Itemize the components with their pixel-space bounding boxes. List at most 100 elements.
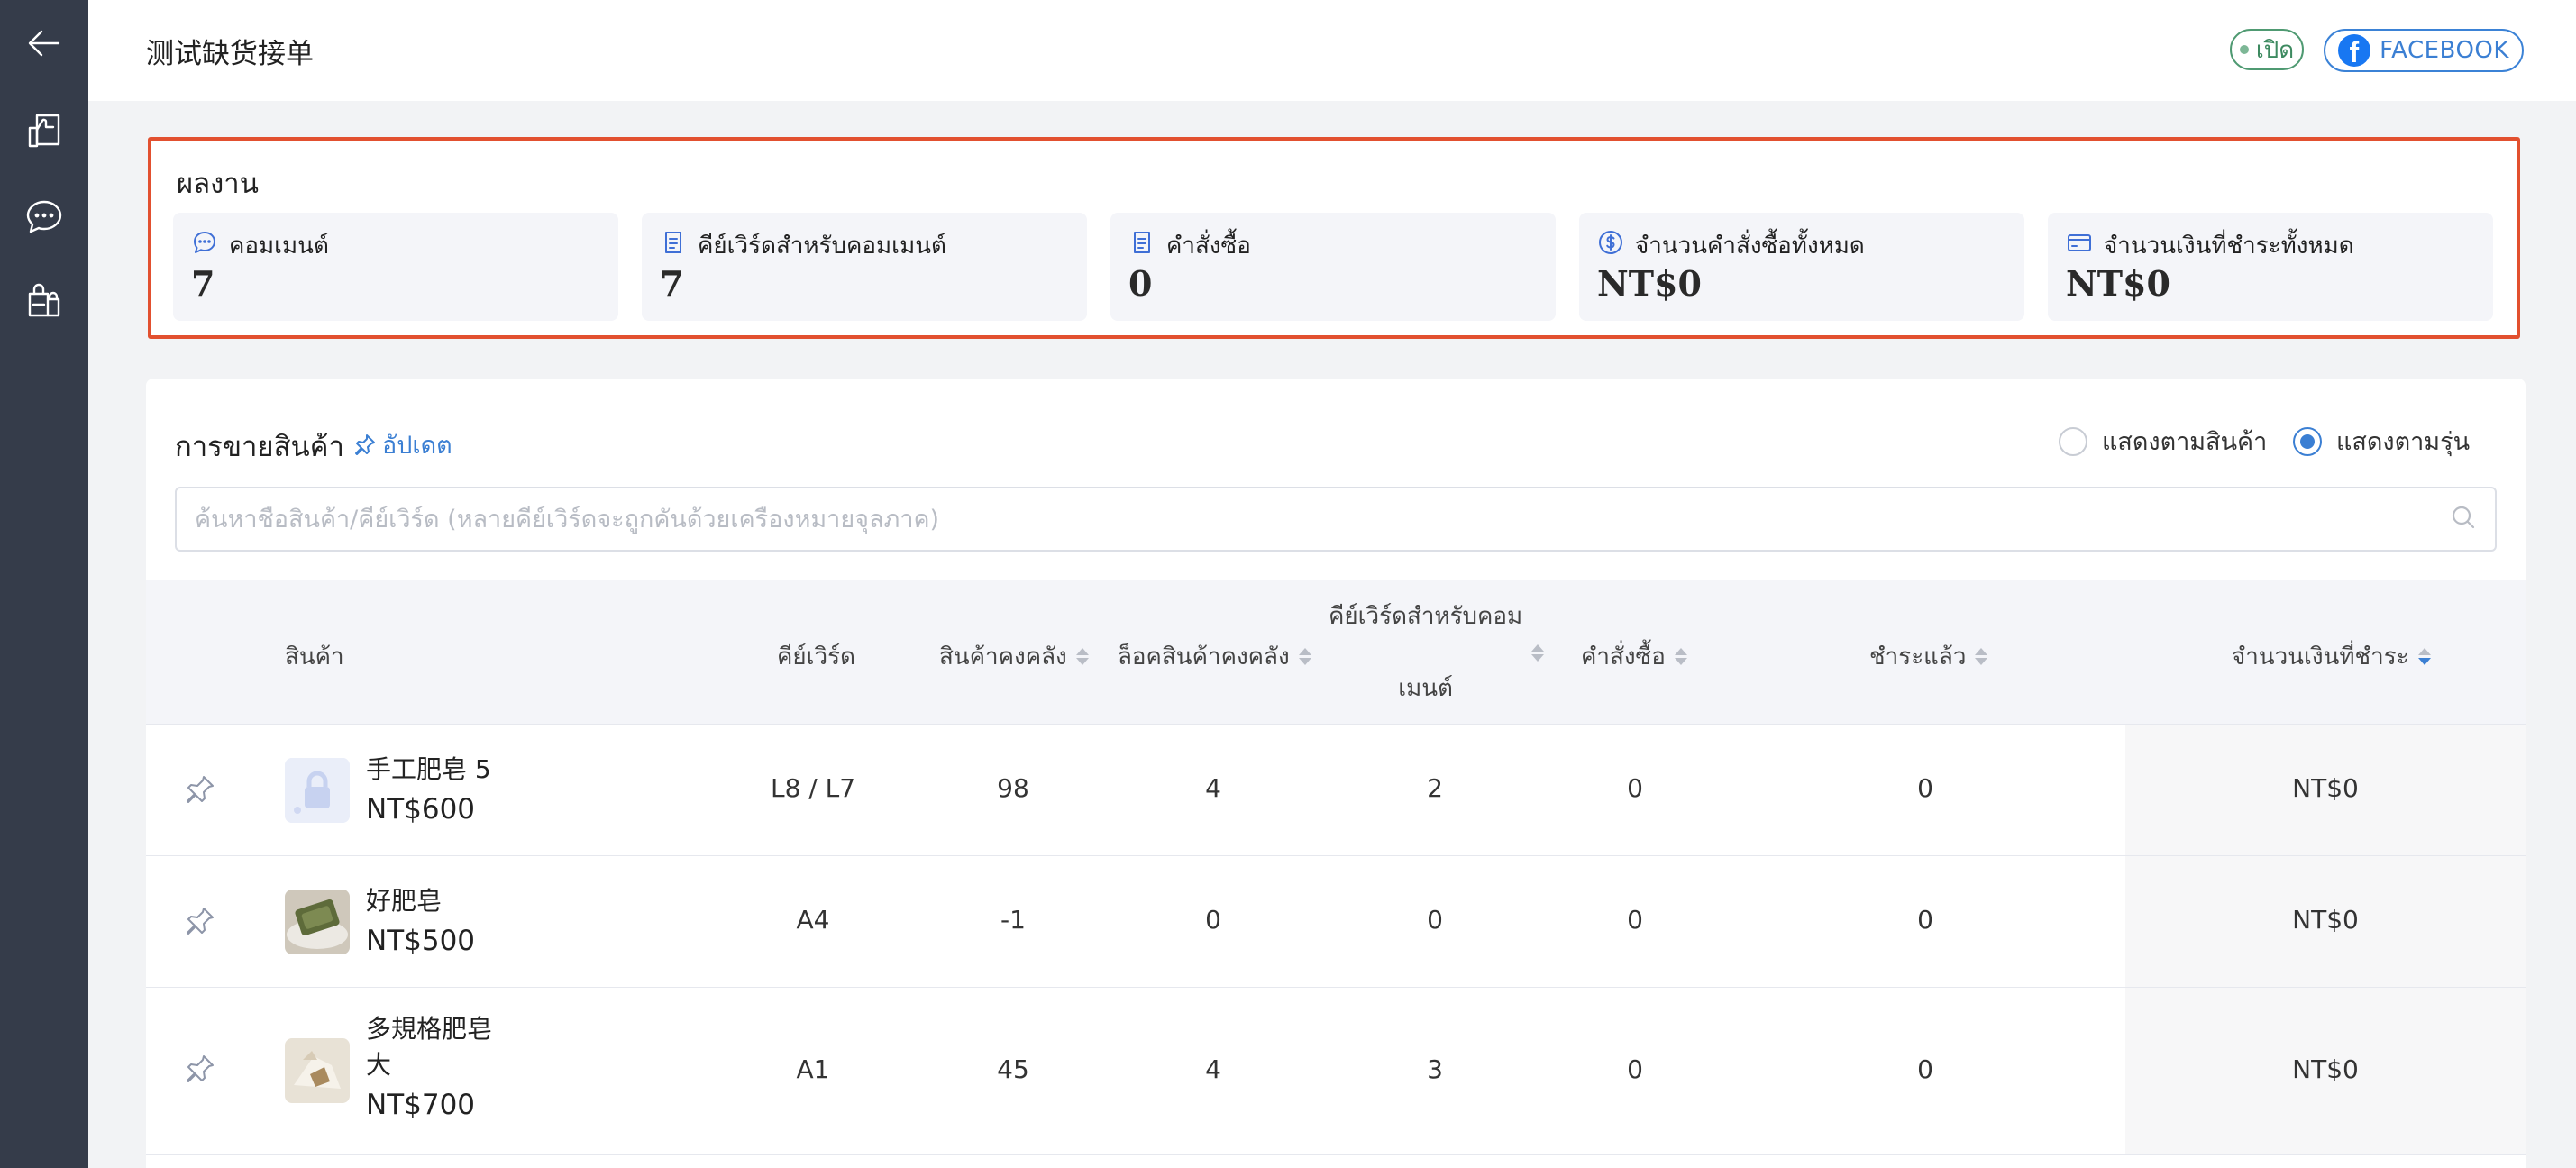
product-name-line: 多規格肥皂 [366, 1014, 493, 1044]
sort-icon[interactable] [1975, 648, 1988, 665]
paid-amount-cell: NT$0 [2292, 905, 2359, 935]
orders-cell: 0 [1627, 905, 1643, 935]
column-label: คีย์เวิร์ด [777, 643, 855, 671]
column-header-orders[interactable]: คำสั่งซื้อ [1581, 638, 1687, 675]
pin-icon[interactable] [182, 1051, 218, 1087]
column-label: สินค้า [285, 643, 344, 671]
stock-cell: -1 [1000, 905, 1026, 935]
stat-card-comment-keywords: คีย์เวิร์ดสำหรับคอมเมนต์ 7 [642, 213, 1087, 321]
pin-icon [355, 433, 375, 455]
paid-cell: 0 [1917, 1054, 1933, 1084]
paid-cell: 0 [1917, 773, 1933, 803]
sales-title: การขายสินค้า [175, 431, 344, 463]
stat-value: 7 [191, 263, 215, 304]
chat-bubble-icon[interactable] [17, 189, 71, 243]
column-label: เมนต์ [1398, 675, 1453, 702]
table-row: 多規格肥皂 大 NT$700 A1 45 4 3 0 0 NT$0 [146, 988, 2526, 1155]
search-icon[interactable] [2450, 504, 2477, 534]
thumbs-up-page-icon[interactable] [17, 103, 71, 157]
column-header-stock[interactable]: สินค้าคงคลัง [939, 638, 1089, 675]
sort-icon[interactable] [1531, 643, 1545, 662]
page-title: 测试缺货接单 [146, 38, 314, 70]
comment-icon [191, 229, 218, 256]
sort-icon[interactable] [2417, 648, 2431, 665]
column-label: ชำระแล้ว [1869, 643, 1967, 671]
performance-panel: ผลงาน คอมเมนต์ 7 คีย์เวิร์ดสำหรับคอมเมนต… [148, 137, 2520, 339]
locked-stock-cell: 0 [1205, 905, 1221, 935]
sort-icon[interactable] [1298, 648, 1311, 665]
stat-label: จำนวนเงินที่ชำระทั้งหมด [2104, 233, 2354, 260]
table-row: 好肥皂 NT$500 A4 -1 0 0 0 0 NT$0 [146, 856, 2526, 988]
column-label: คีย์เวิร์ดสำหรับคอม [1329, 603, 1523, 630]
product-thumbnail-lock [285, 758, 350, 823]
note-icon [1128, 229, 1156, 256]
status-badge: เปิด [2230, 29, 2304, 70]
view-by-variant-label: แสดงตามรุ่น [2336, 428, 2471, 456]
stat-label: คำสั่งซื้อ [1166, 233, 1251, 260]
stat-label: คีย์เวิร์ดสำหรับคอมเมนต์ [698, 233, 946, 260]
facebook-icon: f [2338, 34, 2371, 67]
pin-icon[interactable] [182, 903, 218, 939]
product-name-line: 大 [366, 1050, 392, 1080]
search-input[interactable] [195, 505, 2450, 534]
column-label: สินค้าคงคลัง [939, 643, 1067, 671]
stat-card-comments: คอมเมนต์ 7 [173, 213, 618, 321]
product-name: 手工肥皂 5 [366, 754, 491, 784]
sort-icon[interactable] [1674, 648, 1687, 665]
facebook-button[interactable]: f FACEBOOK [2324, 29, 2524, 72]
column-header-locked-stock[interactable]: ล็อคสินค้าคงคลัง [1118, 638, 1311, 675]
product-price: NT$500 [366, 925, 476, 957]
stat-value: NT$0 [2066, 263, 2170, 304]
lock-icon [285, 758, 350, 823]
column-label: คำสั่งซื้อ [1581, 643, 1666, 671]
orders-cell: 0 [1627, 1054, 1643, 1084]
comment-keyword-cell: 3 [1427, 1054, 1443, 1084]
stock-cell: 98 [997, 773, 1029, 803]
column-header-product: สินค้า [285, 638, 344, 675]
stat-value: 7 [660, 263, 684, 304]
stat-card-total-order-amount: จำนวนคำสั่งซื้อทั้งหมด NT$0 [1579, 213, 2024, 321]
view-by-product-option[interactable]: แสดงตามสินค้า [2059, 422, 2267, 461]
view-by-product-radio[interactable] [2059, 426, 2087, 456]
view-by-variant-option[interactable]: แสดงตามรุ่น [2293, 422, 2470, 461]
column-header-keyword: คีย์เวิร์ด [777, 638, 855, 675]
comment-keyword-cell: 0 [1427, 905, 1443, 935]
shopping-bags-icon[interactable] [17, 272, 71, 326]
column-header-paid[interactable]: ชำระแล้ว [1869, 638, 1988, 675]
stat-card-orders: คำสั่งซื้อ 0 [1110, 213, 1556, 321]
update-label: อัปเดต [382, 432, 452, 460]
credit-card-icon [2066, 229, 2093, 256]
column-header-paid-amount[interactable]: จำนวนเงินที่ชำระ [2232, 638, 2431, 675]
product-name: 多規格肥皂 大 [366, 1011, 492, 1083]
column-header-comment-keyword[interactable]: คีย์เวิร์ดสำหรับคอม เมนต์ [1329, 598, 1545, 707]
table-row: 手工肥皂 5 NT$600 L8 / L7 98 4 2 0 0 NT$0 [146, 725, 2526, 856]
stat-label: จำนวนคำสั่งซื้อทั้งหมด [1635, 233, 1865, 260]
product-thumbnail-wrapped-soap [285, 1038, 350, 1103]
product-price: NT$700 [366, 1089, 476, 1121]
column-label: จำนวนเงินที่ชำระ [2232, 643, 2409, 671]
product-price: NT$600 [366, 793, 476, 826]
performance-title: ผลงาน [177, 168, 259, 200]
status-label: เปิด [2255, 36, 2295, 64]
locked-stock-cell: 4 [1205, 1054, 1221, 1084]
stat-value: NT$0 [1597, 263, 1702, 304]
product-sales-card: การขายสินค้า อัปเดต แสดงตามสินค้า แสดงตา… [146, 379, 2526, 1168]
product-name: 好肥皂 [366, 886, 443, 916]
pin-icon[interactable] [182, 771, 218, 808]
product-thumbnail-soap [285, 890, 350, 954]
stat-value: 0 [1128, 263, 1153, 304]
table-header: สินค้า คีย์เวิร์ด สินค้าคงคลัง ล็อคสินค้… [146, 580, 2526, 725]
sort-icon[interactable] [1075, 648, 1089, 665]
orders-cell: 0 [1627, 773, 1643, 803]
paid-cell: 0 [1917, 905, 1933, 935]
top-bar: 测试缺货接单 เปิด f FACEBOOK [88, 0, 2576, 101]
back-arrow-icon[interactable] [17, 16, 71, 70]
stat-card-total-paid-amount: จำนวนเงินที่ชำระทั้งหมด NT$0 [2048, 213, 2493, 321]
sidebar [0, 0, 88, 1168]
keyword-cell: L8 / L7 [770, 773, 856, 803]
facebook-label: FACEBOOK [2380, 37, 2509, 64]
update-link[interactable]: อัปเดต [352, 425, 452, 464]
paid-amount-cell: NT$0 [2292, 1054, 2359, 1084]
locked-stock-cell: 4 [1205, 773, 1221, 803]
view-by-variant-radio[interactable] [2293, 426, 2322, 456]
